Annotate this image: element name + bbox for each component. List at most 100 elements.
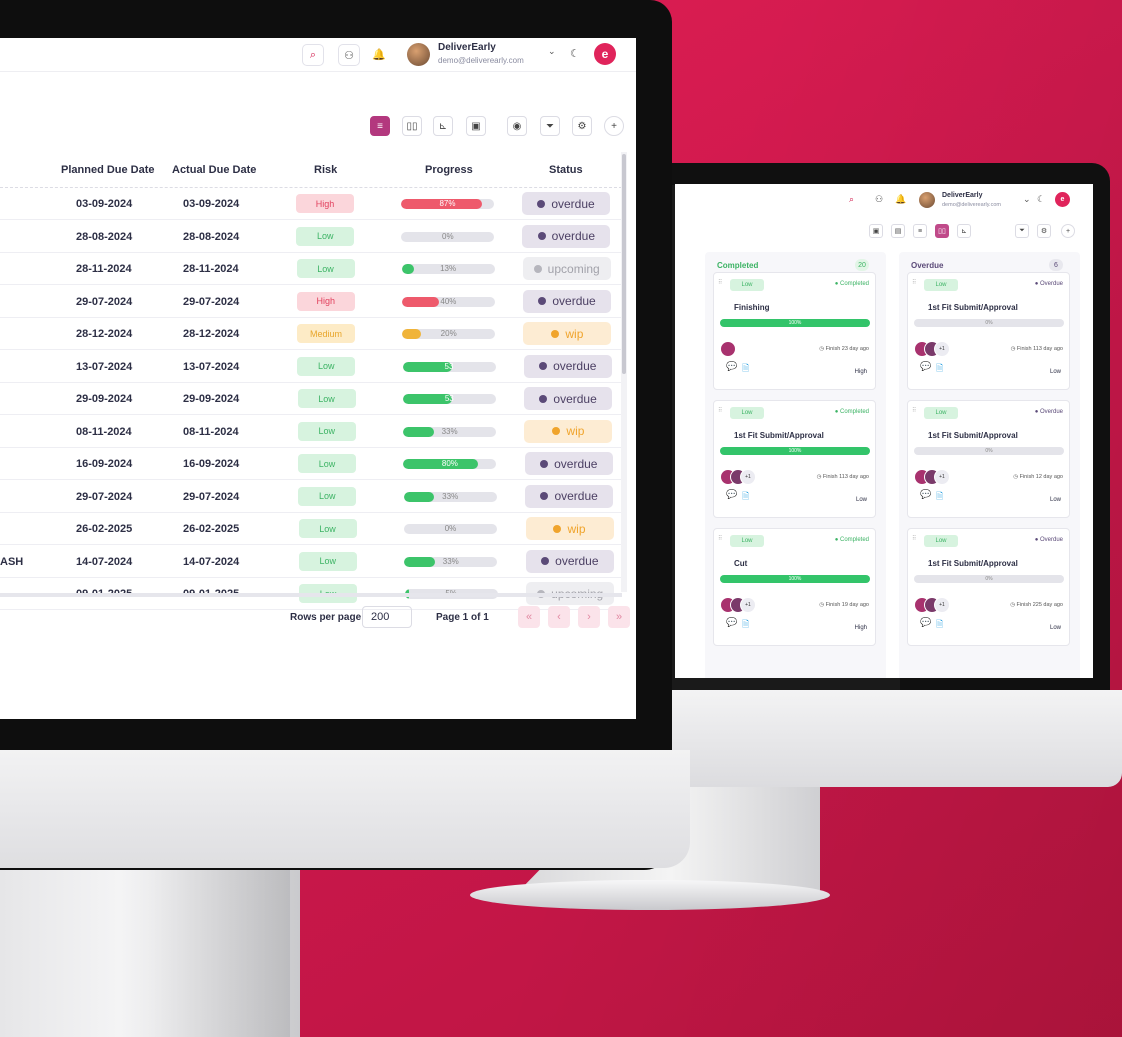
list-view-icon[interactable]: ≡: [370, 116, 390, 136]
col-progress[interactable]: Progress: [425, 164, 473, 176]
status-badge[interactable]: overdue: [522, 224, 611, 248]
board-view-icon[interactable]: ▯▯: [402, 116, 422, 136]
theme-icon[interactable]: ☾: [570, 47, 580, 60]
drag-handle-icon[interactable]: ⠿: [912, 407, 917, 414]
status-label: overdue: [552, 294, 596, 308]
calendar-icon[interactable]: ▤: [891, 224, 905, 238]
comment-icon[interactable]: 💬: [920, 489, 931, 500]
comment-icon[interactable]: 💬: [726, 617, 737, 628]
filter-icon[interactable]: ⏷: [1015, 224, 1029, 238]
drag-handle-icon[interactable]: ⠿: [718, 279, 723, 286]
table-row[interactable]: 28-11-2024 28-11-2024 Low 13% upcoming: [0, 253, 622, 285]
archive-icon[interactable]: ▣: [869, 224, 883, 238]
rows-per-page-select[interactable]: 200: [362, 606, 412, 628]
list-view-icon[interactable]: ≡: [913, 224, 927, 238]
comment-icon[interactable]: 💬: [726, 361, 737, 372]
col-actual-due-date[interactable]: Actual Due Date: [172, 164, 256, 176]
settings-icon[interactable]: ⚙: [572, 116, 592, 136]
add-icon[interactable]: +: [604, 116, 624, 136]
theme-icon[interactable]: ☾: [1037, 194, 1045, 205]
task-card[interactable]: ⠿ Low ● Overdue 1st Fit Submit/Approval 0% +1…: [907, 400, 1070, 518]
attachment-icon[interactable]: 🗎: [742, 361, 749, 377]
table-row[interactable]: 29-09-2024 29-09-2024 Low 53 overdue: [0, 383, 622, 415]
comment-icon[interactable]: 💬: [920, 617, 931, 628]
actual-due-date: 16-09-2024: [183, 458, 240, 470]
last-page-button[interactable]: »: [608, 606, 630, 628]
task-card[interactable]: ⠿ Low ● Completed 1st Fit Submit/Approval 10…: [713, 400, 876, 518]
status-badge[interactable]: upcoming: [522, 257, 611, 280]
attachment-icon[interactable]: 🗎: [936, 361, 943, 377]
status-label: overdue: [554, 489, 598, 503]
user-add-icon[interactable]: ⚇: [338, 44, 360, 66]
attachment-icon[interactable]: 🗎: [936, 489, 943, 505]
attachment-icon[interactable]: 🗎: [936, 617, 943, 633]
bell-icon[interactable]: 🔔: [372, 48, 386, 61]
drag-handle-icon[interactable]: ⠿: [912, 535, 917, 542]
status-badge[interactable]: overdue: [525, 484, 614, 508]
status-badge[interactable]: wip: [524, 419, 613, 443]
next-page-button[interactable]: ›: [578, 606, 600, 628]
status-badge[interactable]: wip: [525, 517, 614, 540]
col-risk[interactable]: Risk: [314, 164, 337, 176]
card-risk: High: [854, 625, 867, 631]
progress-bar: 53: [402, 394, 496, 404]
table-row[interactable]: 13-07-2024 13-07-2024 Low 53 overdue: [0, 351, 622, 383]
status-badge[interactable]: overdue: [523, 354, 612, 378]
comment-icon[interactable]: 💬: [726, 489, 737, 500]
table-row[interactable]: 28-08-2024 28-08-2024 Low 0% overdue: [0, 221, 622, 253]
scrollbar-thumb[interactable]: [622, 154, 626, 374]
status-badge[interactable]: overdue: [522, 192, 610, 215]
horizontal-scrollbar[interactable]: [0, 593, 622, 597]
archive-icon[interactable]: ▣: [466, 116, 486, 136]
chevron-down-icon[interactable]: ⌄: [1023, 194, 1031, 205]
progress-label: 0%: [444, 524, 457, 533]
status-badge[interactable]: overdue: [524, 452, 613, 475]
attachment-icon[interactable]: 🗎: [742, 489, 749, 505]
status-badge[interactable]: wip: [523, 322, 612, 345]
filter-icon[interactable]: ⏷: [540, 116, 560, 136]
gantt-view-icon[interactable]: ⊾: [433, 116, 453, 136]
gantt-view-icon[interactable]: ⊾: [957, 224, 971, 238]
planned-due-date: 28-12-2024: [76, 328, 133, 340]
settings-icon[interactable]: ⚙: [1037, 224, 1051, 238]
prev-page-button[interactable]: ‹: [548, 606, 570, 628]
drag-handle-icon[interactable]: ⠿: [718, 407, 723, 414]
col-planned-due-date[interactable]: Planned Due Date: [61, 164, 155, 176]
status-badge[interactable]: overdue: [525, 549, 614, 573]
card-status-label: Completed: [839, 537, 869, 543]
user-name: DeliverEarly: [438, 42, 496, 53]
table-row[interactable]: 29-07-2024 29-07-2024 High 40% overdue: [0, 286, 622, 318]
add-icon[interactable]: +: [1061, 224, 1075, 238]
table-row[interactable]: 03-09-2024 03-09-2024 High 87% overdue: [0, 188, 622, 220]
avatar[interactable]: [919, 192, 935, 208]
task-card[interactable]: ⠿ Low ● Overdue 1st Fit Submit/Approval 0% +1…: [907, 528, 1070, 646]
task-card[interactable]: ⠿ Low ● Completed Finishing 100% ◷ Finish 23 …: [713, 272, 876, 390]
table-row[interactable]: 16-09-2024 16-09-2024 Low 80% overdue: [0, 448, 622, 480]
table-row[interactable]: ASH 14-07-2024 14-07-2024 Low 33% overdue: [0, 546, 622, 578]
search-icon[interactable]: ⌕: [849, 194, 854, 205]
drag-handle-icon[interactable]: ⠿: [912, 279, 917, 286]
table-row[interactable]: 29-07-2024 29-07-2024 Low 33% overdue: [0, 481, 622, 513]
eye-icon[interactable]: ◉: [507, 116, 527, 136]
col-status[interactable]: Status: [549, 164, 583, 176]
task-card[interactable]: ⠿ Low ● Completed Cut 100% +1 ◷ Finish 19 day …: [713, 528, 876, 646]
status-badge[interactable]: overdue: [524, 387, 613, 410]
user-add-icon[interactable]: ⚇: [875, 194, 883, 205]
progress-label: 80%: [441, 459, 458, 468]
attachment-icon[interactable]: 🗎: [742, 617, 749, 633]
avatar[interactable]: [407, 43, 430, 66]
chevron-down-icon[interactable]: ⌄: [548, 46, 556, 57]
bell-icon[interactable]: 🔔: [895, 194, 906, 205]
drag-handle-icon[interactable]: ⠿: [718, 535, 723, 542]
comment-icon[interactable]: 💬: [920, 361, 931, 372]
status-badge[interactable]: overdue: [523, 289, 612, 313]
table-row[interactable]: 28-12-2024 28-12-2024 Medium 20% wip: [0, 318, 622, 350]
table-row[interactable]: 08-11-2024 08-11-2024 Low 33% wip: [0, 416, 622, 448]
column-count: 20: [855, 259, 869, 271]
board-view-icon[interactable]: ▯▯: [935, 224, 949, 238]
task-card[interactable]: ⠿ Low ● Overdue 1st Fit Submit/Approval 0% +1…: [907, 272, 1070, 390]
first-page-button[interactable]: «: [518, 606, 540, 628]
table-row[interactable]: 26-02-2025 26-02-2025 Low 0% wip: [0, 513, 622, 545]
search-icon[interactable]: ⌕: [302, 44, 324, 66]
risk-badge: Medium: [297, 324, 355, 343]
